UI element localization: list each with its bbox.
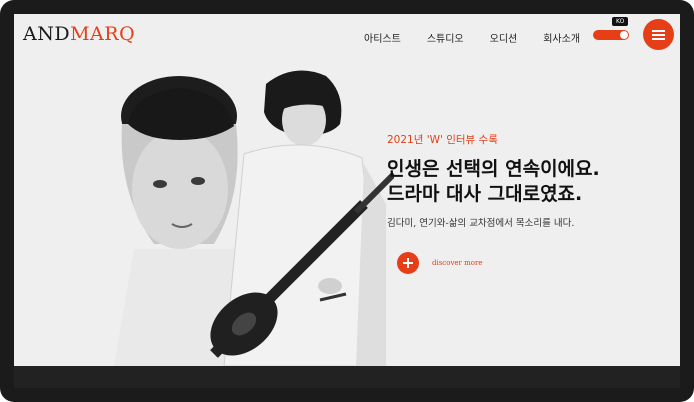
logo-text-marq: MARQ: [70, 23, 136, 45]
toggle-knob: [620, 31, 628, 39]
headline-line-2: 드라마 대사 그대로였죠.: [387, 182, 583, 205]
menu-line: [652, 38, 665, 40]
discover-more-button[interactable]: discover more: [397, 252, 482, 274]
main-nav: 아티스트 스튜디오 오디션 회사소개: [364, 30, 606, 45]
nav-item-artists[interactable]: 아티스트: [364, 30, 401, 45]
hero-subline: 김다미, 연기와-삶의 교차점에서 목소리를 내다.: [387, 218, 575, 230]
nav-item-studio[interactable]: 스튜디오: [427, 30, 464, 45]
headline-line-1: 인생은 선택의 연속이에요.: [387, 158, 600, 180]
discover-more-label: discover more: [432, 259, 483, 267]
language-badge: KO: [612, 17, 629, 26]
hero-headline: 인생은 선택의 연속이에요. 드라마 대사 그대로였죠.: [387, 157, 600, 206]
interview-eyebrow: 2021년 'W' 인터뷰 수록: [387, 134, 498, 146]
website-screen: ANDMARQ 아티스트 스튜디오 오디션 회사소개 KO 2021년 'W' …: [14, 14, 680, 366]
nav-item-audition[interactable]: 오디션: [490, 30, 518, 45]
language-toggle[interactable]: [593, 30, 629, 40]
brand-logo[interactable]: ANDMARQ: [23, 23, 135, 45]
menu-line: [652, 30, 665, 32]
hamburger-menu-button[interactable]: [643, 19, 674, 50]
screen-bottom-strip: [14, 366, 680, 388]
hero-text-block: 2021년 'W' 인터뷰 수록 인생은 선택의 연속이에요. 드라마 대사 그…: [387, 132, 600, 229]
hero-photo: [94, 54, 394, 366]
nav-item-company[interactable]: 회사소개: [543, 30, 580, 45]
plus-icon: [397, 252, 419, 274]
logo-text-and: AND: [23, 23, 71, 45]
menu-line: [652, 34, 665, 36]
